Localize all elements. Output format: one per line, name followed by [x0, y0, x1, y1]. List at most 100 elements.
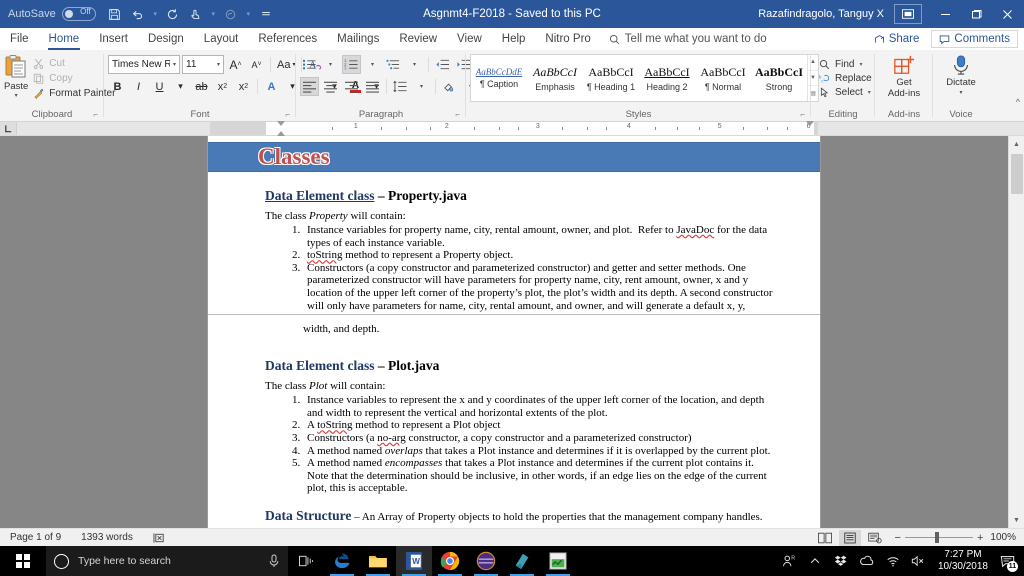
share-button[interactable]: Share: [866, 30, 928, 48]
replace-button[interactable]: bc Replace: [815, 72, 876, 85]
clipboard-dialog-launcher[interactable]: ⌐: [93, 108, 98, 121]
restore-button[interactable]: [962, 0, 990, 28]
tab-help[interactable]: Help: [492, 28, 536, 50]
subscript-button[interactable]: x2: [213, 77, 232, 96]
document-page[interactable]: Classes Data Element class – Property.ja…: [208, 136, 820, 528]
tab-references[interactable]: References: [248, 28, 327, 50]
tab-home[interactable]: Home: [39, 28, 90, 50]
style-item-heading-2[interactable]: AaBbCcI Heading 2: [639, 55, 695, 101]
autosave-switch[interactable]: Off: [61, 7, 96, 21]
taskbar-edge[interactable]: [324, 546, 360, 576]
tell-me-search[interactable]: Tell me what you want to do: [601, 28, 775, 50]
styles-dialog-launcher[interactable]: ⌐: [800, 108, 805, 121]
taskbar-clock[interactable]: 7:27 PM 10/30/2018: [932, 549, 994, 573]
numbering-button[interactable]: 123: [342, 55, 361, 74]
tab-mailings[interactable]: Mailings: [327, 28, 389, 50]
redo-icon[interactable]: [162, 3, 184, 25]
justify-button[interactable]: [363, 77, 382, 96]
vertical-scrollbar[interactable]: ▲ ▼: [1008, 136, 1024, 528]
taskbar-file-explorer[interactable]: [360, 546, 396, 576]
scroll-up-icon[interactable]: ▲: [1009, 136, 1024, 152]
tab-insert[interactable]: Insert: [89, 28, 138, 50]
document-content[interactable]: Data Element class – Property.java The c…: [208, 188, 820, 524]
taskbar-chrome[interactable]: [432, 546, 468, 576]
decrease-indent-button[interactable]: [433, 55, 452, 74]
tab-layout[interactable]: Layout: [194, 28, 249, 50]
wifi-icon[interactable]: [880, 546, 906, 576]
tab-review[interactable]: Review: [389, 28, 447, 50]
read-mode-button[interactable]: [814, 530, 836, 546]
style-item-emphasis[interactable]: AaBbCcI Emphasis: [527, 55, 583, 101]
bullets-dropdown-icon[interactable]: ▾: [321, 55, 340, 74]
italic-button[interactable]: I: [129, 77, 148, 96]
start-button[interactable]: [0, 546, 46, 576]
underline-button[interactable]: U: [150, 77, 169, 96]
tab-view[interactable]: View: [447, 28, 492, 50]
collapse-ribbon-button[interactable]: ^: [1016, 97, 1020, 107]
zoom-level[interactable]: 100%: [987, 532, 1016, 543]
underline-dropdown-icon[interactable]: ▾: [171, 77, 190, 96]
taskbar-app-teal[interactable]: [504, 546, 540, 576]
page-indicator[interactable]: Page 1 of 9: [0, 532, 71, 543]
taskbar-search-box[interactable]: Type here to search: [46, 546, 288, 576]
font-dialog-launcher[interactable]: ⌐: [285, 108, 290, 121]
paste-button[interactable]: Paste ▾: [4, 54, 28, 99]
ribbon-display-options-icon[interactable]: [894, 4, 922, 24]
save-icon[interactable]: [104, 3, 126, 25]
style-item-normal[interactable]: AaBbCcI ¶ Normal: [695, 55, 751, 101]
touch-mode-dropdown-icon[interactable]: ▾: [208, 3, 219, 25]
undo-dropdown-icon[interactable]: ▾: [150, 3, 161, 25]
web-layout-button[interactable]: [864, 530, 886, 546]
action-center-button[interactable]: 11: [994, 546, 1020, 576]
dictate-dropdown-icon[interactable]: ▾: [959, 88, 962, 99]
paste-dropdown-icon[interactable]: ▾: [15, 92, 18, 99]
scroll-down-icon[interactable]: ▼: [1009, 512, 1024, 528]
numbering-dropdown-icon[interactable]: ▾: [363, 55, 382, 74]
chevron-down-icon[interactable]: ▾: [217, 61, 220, 68]
paragraph-dialog-launcher[interactable]: ⌐: [455, 108, 460, 121]
style-item-strong[interactable]: AaBbCcI Strong: [751, 55, 807, 101]
people-icon[interactable]: R: [776, 546, 802, 576]
tab-file[interactable]: File: [0, 28, 39, 50]
undo-icon[interactable]: [127, 3, 149, 25]
strikethrough-button[interactable]: ab: [192, 77, 211, 96]
right-indent-marker[interactable]: [806, 121, 814, 126]
get-addins-button[interactable]: Get Add-ins: [880, 52, 928, 99]
align-left-button[interactable]: [300, 77, 319, 96]
tab-design[interactable]: Design: [138, 28, 194, 50]
align-center-button[interactable]: [321, 77, 340, 96]
word-count[interactable]: 1393 words: [71, 532, 143, 543]
find-dropdown-icon[interactable]: ▾: [859, 61, 862, 68]
line-spacing-button[interactable]: [391, 77, 410, 96]
bold-button[interactable]: B: [108, 77, 127, 96]
account-name[interactable]: Razafindragolo, Tanguy X: [748, 8, 894, 20]
bullets-button[interactable]: [300, 55, 319, 74]
dictate-button[interactable]: Dictate ▾: [937, 52, 985, 99]
tab-stop-selector[interactable]: [0, 122, 17, 135]
onedrive-icon[interactable]: [854, 546, 880, 576]
show-hidden-icons-chevron-icon[interactable]: [802, 546, 828, 576]
shrink-font-button[interactable]: A ˅: [247, 55, 266, 74]
print-layout-button[interactable]: [838, 529, 861, 546]
taskbar-app-green[interactable]: [540, 546, 576, 576]
microphone-icon[interactable]: [268, 554, 280, 568]
zoom-slider-thumb[interactable]: [934, 532, 939, 543]
text-effects-button[interactable]: A: [262, 77, 281, 96]
font-name-combo[interactable]: Times New Ro ▾: [108, 55, 180, 74]
grow-font-button[interactable]: A ˄: [226, 55, 245, 74]
select-button[interactable]: Select ▾: [815, 86, 876, 99]
align-right-button[interactable]: [342, 77, 361, 96]
touch-mode-icon[interactable]: [185, 3, 207, 25]
taskbar-app-purple[interactable]: [468, 546, 504, 576]
tab-nitro-pro[interactable]: Nitro Pro: [535, 28, 600, 50]
find-button[interactable]: Find ▾: [815, 58, 876, 71]
zoom-out-button[interactable]: −: [895, 532, 901, 544]
minimize-button[interactable]: [928, 0, 962, 28]
nitro-icon[interactable]: [220, 3, 242, 25]
line-spacing-dropdown-icon[interactable]: ▾: [412, 77, 431, 96]
multilevel-dropdown-icon[interactable]: ▾: [405, 55, 424, 74]
zoom-control[interactable]: − + 100%: [889, 532, 1016, 544]
select-dropdown-icon[interactable]: ▾: [868, 89, 871, 96]
dropbox-icon[interactable]: [828, 546, 854, 576]
nitro-dropdown-icon[interactable]: ▾: [243, 3, 254, 25]
